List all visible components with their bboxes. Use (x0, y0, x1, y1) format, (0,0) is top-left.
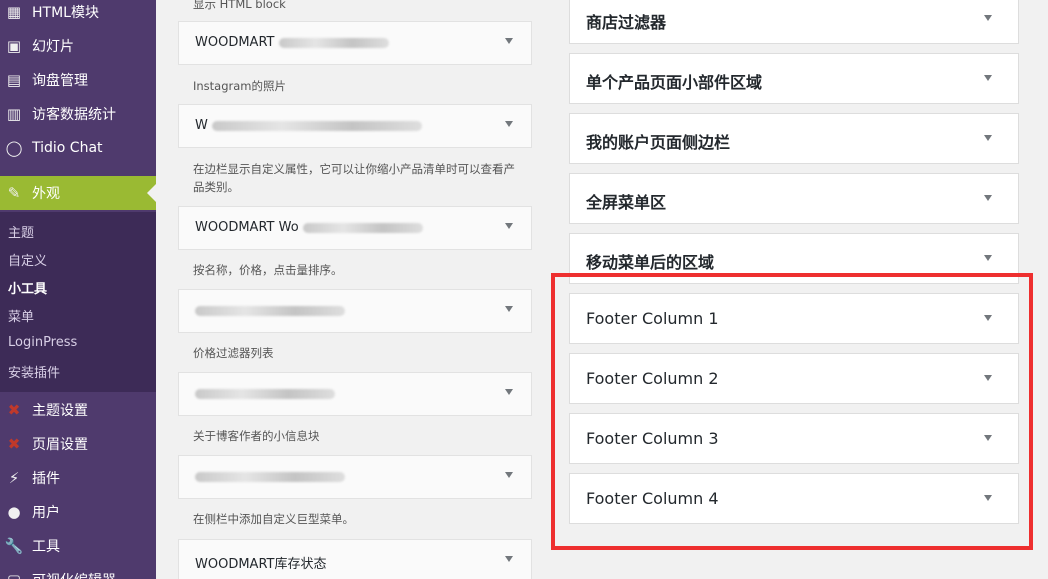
menu-label: 访客数据统计 (32, 107, 116, 123)
widget-area-title: 移动菜单后的区域 (586, 253, 715, 272)
menu-visitor-stats[interactable]: ▥ 访客数据统计 (0, 97, 156, 131)
menu-html-blocks[interactable]: ▦ HTML模块 (0, 0, 156, 29)
menu-theme-settings[interactable]: ✖ 主题设置 (0, 393, 156, 427)
wrench-icon: 🔧 (4, 537, 24, 555)
menu-plugins[interactable]: ⚡ 插件 (0, 461, 156, 495)
widget-item[interactable] (178, 289, 532, 333)
widget-title: WOODMART库存状态 (195, 557, 327, 572)
submenu-menus[interactable]: 菜单 (8, 306, 34, 325)
widget-title (195, 469, 345, 484)
chevron-down-icon[interactable] (505, 38, 513, 44)
chevron-down-icon[interactable] (505, 223, 513, 229)
stats-icon: ▥ (6, 105, 22, 123)
menu-label: 页眉设置 (32, 437, 88, 453)
chevron-down-icon[interactable] (984, 15, 992, 21)
chat-icon: ◯ (5, 139, 23, 157)
chevron-down-icon[interactable] (505, 121, 513, 127)
widget-description: 关于博客作者的小信息块 (193, 429, 320, 443)
menu-label: 询盘管理 (32, 73, 88, 89)
chevron-down-icon[interactable] (505, 556, 513, 562)
widget-area-title: 商店过滤器 (586, 13, 667, 32)
widget-area-shop-filters[interactable]: 商店过滤器 (569, 0, 1019, 44)
submenu-customize[interactable]: 自定义 (8, 250, 47, 269)
brush-icon: ✎ (7, 184, 21, 202)
menu-visual-editor[interactable]: ▢ 可视化编辑器 (0, 563, 156, 579)
grid-icon: ▦ (6, 3, 22, 21)
user-icon: ● (7, 503, 21, 521)
menu-label: HTML模块 (32, 5, 99, 21)
widget-description: 按名称，价格，点击量排序。 (193, 263, 343, 277)
theme-settings-icon: ✖ (7, 401, 21, 419)
menu-label: 用户 (32, 505, 60, 521)
widget-description: 显示 HTML block (193, 0, 286, 11)
editor-icon: ▢ (5, 571, 23, 579)
menu-label: 可视化编辑器 (32, 570, 116, 579)
menu-slides[interactable]: ▣ 幻灯片 (0, 29, 156, 63)
submenu-loginpress[interactable]: LoginPress (8, 335, 77, 350)
widget-description: 在边栏显示自定义属性，它可以让你缩小产品清单时可以查看产品类别。 (193, 162, 515, 194)
screen: { "sidebar": { "items": [ {"label": "HTM… (0, 0, 1048, 579)
menu-label: 幻灯片 (32, 39, 74, 55)
chevron-down-icon[interactable] (984, 195, 992, 201)
widget-item[interactable]: WOODMART (178, 21, 532, 65)
appearance-submenu: 主题 自定义 小工具 菜单 LoginPress 安装插件 (0, 212, 156, 392)
footer-columns-highlight-box (551, 273, 1033, 550)
slides-icon: ▣ (6, 37, 22, 55)
widget-area-single-product[interactable]: 单个产品页面小部件区域 (569, 53, 1019, 104)
widget-item[interactable]: W (178, 104, 532, 148)
menu-inquiry[interactable]: ▤ 询盘管理 (0, 63, 156, 97)
menu-header-settings[interactable]: ✖ 页眉设置 (0, 427, 156, 461)
menu-label: Tidio Chat (32, 140, 103, 156)
widget-item[interactable]: WOODMART Wo (178, 206, 532, 250)
widget-description: 在侧栏中添加自定义巨型菜单。 (193, 512, 354, 526)
inquiry-icon: ▤ (6, 71, 22, 89)
widget-item[interactable]: WOODMART库存状态 (178, 539, 532, 579)
submenu-themes[interactable]: 主题 (8, 222, 34, 241)
submenu-install-plugins[interactable]: 安装插件 (8, 362, 60, 381)
chevron-down-icon[interactable] (984, 75, 992, 81)
widget-area-title: 单个产品页面小部件区域 (586, 73, 763, 92)
admin-sidebar: ▦ HTML模块 ▣ 幻灯片 ▤ 询盘管理 ▥ 访客数据统计 ◯ Tidio C… (0, 0, 156, 579)
header-settings-icon: ✖ (7, 435, 21, 453)
menu-label: 插件 (32, 471, 60, 487)
widget-title (195, 303, 345, 318)
widget-title: WOODMART (195, 35, 389, 50)
widget-area-title: 我的账户页面侧边栏 (586, 133, 731, 152)
widget-description: 价格过滤器列表 (193, 346, 274, 360)
chevron-down-icon[interactable] (505, 472, 513, 478)
menu-users[interactable]: ● 用户 (0, 495, 156, 529)
menu-label: 工具 (32, 539, 60, 555)
widget-area-my-account[interactable]: 我的账户页面侧边栏 (569, 113, 1019, 164)
widget-area-fullscreen-menu[interactable]: 全屏菜单区 (569, 173, 1019, 224)
submenu-widgets[interactable]: 小工具 (8, 278, 47, 297)
widget-item[interactable] (178, 455, 532, 499)
chevron-down-icon[interactable] (505, 389, 513, 395)
chevron-down-icon[interactable] (984, 255, 992, 261)
menu-tools[interactable]: 🔧 工具 (0, 529, 156, 563)
widget-area-title: 全屏菜单区 (586, 193, 667, 212)
widget-title: W (195, 118, 422, 133)
chevron-down-icon[interactable] (505, 306, 513, 312)
widget-title (195, 386, 335, 401)
menu-appearance[interactable]: ✎ 外观 (0, 176, 156, 210)
widget-description: Instagram的照片 (193, 79, 287, 93)
menu-label: 外观 (32, 186, 60, 202)
widget-title: WOODMART Wo (195, 220, 423, 235)
chevron-down-icon[interactable] (984, 135, 992, 141)
widget-item[interactable] (178, 372, 532, 416)
menu-tidio-chat[interactable]: ◯ Tidio Chat (0, 131, 156, 165)
plugin-icon: ⚡ (8, 469, 20, 487)
menu-label: 主题设置 (32, 403, 88, 419)
